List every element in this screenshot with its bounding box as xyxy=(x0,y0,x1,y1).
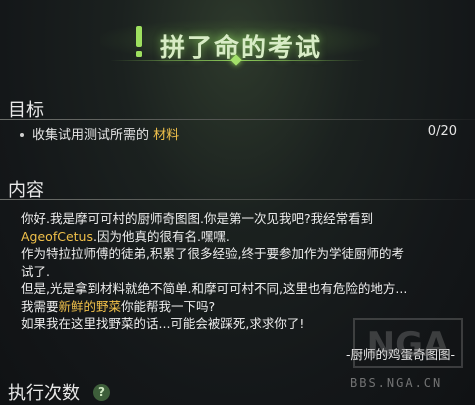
item-highlight[interactable]: 新鲜的野菜 xyxy=(59,299,122,314)
exclamation-icon xyxy=(136,26,142,57)
quest-header: 拼了命的考试 xyxy=(0,0,475,82)
line-text: .因为他真的很有名.嘿嘿. xyxy=(92,228,230,244)
execution-count-label: 执行次数 xyxy=(8,383,80,404)
description-line: 你好.我是摩可可村的厨师奇图图.你是第一次见我吧?我经常看到 xyxy=(21,210,466,228)
objective-progress: 0/20 xyxy=(427,124,457,139)
watermark-logo-text: NGA xyxy=(367,325,450,365)
objective-text-prefix: 收集试用测试所需的 xyxy=(32,128,154,143)
line-text: 如果我在这里找野菜的话...可能会被踩死,求求你了! xyxy=(21,316,305,331)
description-line: 我需要新鲜的野菜你能帮我一下吗? xyxy=(21,298,466,316)
line-text: 你能帮我一下吗? xyxy=(121,298,216,314)
objective-divider xyxy=(0,119,475,120)
quest-panel: 拼了命的考试 目标 收集试用测试所需的 材料 0/20 内容 你好.我是摩可可村… xyxy=(0,0,475,405)
objective-bullet xyxy=(20,133,24,137)
quest-description: 你好.我是摩可可村的厨师奇图图.你是第一次见我吧?我经常看到 AgeofCetu… xyxy=(21,210,466,333)
description-line: 但是,光是拿到材料就绝不简单.和摩可可村不同,这里也有危险的地方... xyxy=(21,280,466,298)
line-text: 你好.我是摩可可村的厨师奇图图.你是第一次见我吧?我经常看到 xyxy=(21,211,374,226)
content-divider xyxy=(0,199,475,200)
description-line: 试了. xyxy=(21,263,466,281)
description-line: AgeofCetus.因为他真的很有名.嘿嘿. xyxy=(21,228,466,246)
watermark-url: BBS.NGA.CN xyxy=(350,376,443,390)
line-text: 但是,光是拿到材料就绝不简单.和摩可可村不同,这里也有危险的地方... xyxy=(21,281,408,296)
player-name-highlight: AgeofCetus xyxy=(21,228,93,244)
help-icon[interactable]: ? xyxy=(93,384,110,401)
objective-item-link[interactable]: 材料 xyxy=(153,128,179,143)
description-line: 作为特拉拉师傅的徒弟,积累了很多经验,终于要参加作为学徒厨师的考 xyxy=(21,245,466,263)
line-text: 我需要 xyxy=(21,298,59,314)
objective-text: 收集试用测试所需的 材料 xyxy=(32,124,179,143)
line-text: 作为特拉拉师傅的徒弟,积累了很多经验,终于要参加作为学徒厨师的考 xyxy=(21,246,404,261)
line-text: 试了. xyxy=(21,263,50,279)
nga-logo-watermark: NGA xyxy=(353,318,463,368)
